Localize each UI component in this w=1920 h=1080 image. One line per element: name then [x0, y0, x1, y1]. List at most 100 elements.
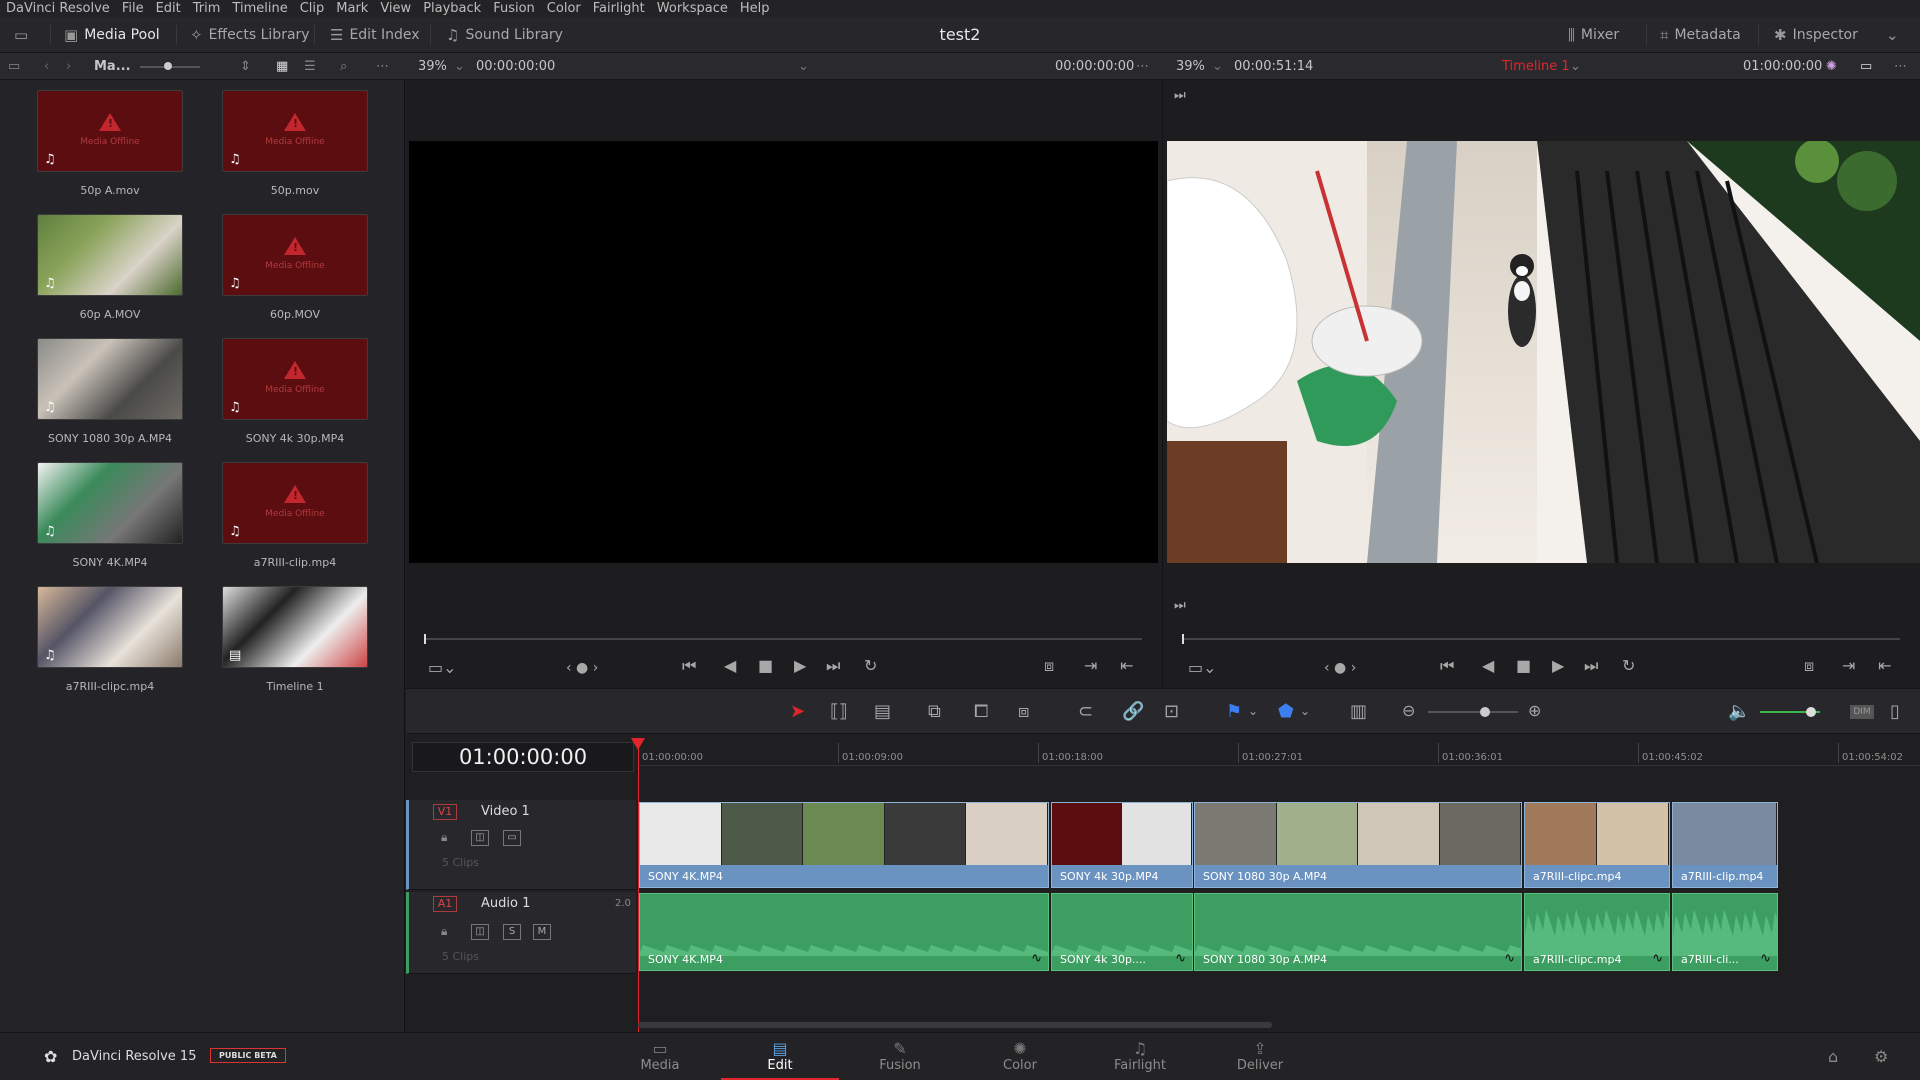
clip-thumbnail[interactable]: Media Offline ♫	[37, 90, 183, 172]
clip-thumbnail[interactable]: Media Offline ♫	[222, 338, 368, 420]
match-frame-icon[interactable]: ⧈	[1804, 656, 1814, 676]
play-reverse-icon[interactable]: ◀	[1482, 656, 1494, 675]
timeline-playhead-marker[interactable]	[1182, 634, 1184, 644]
menu-trim[interactable]: Trim	[193, 1, 221, 16]
timeline-ruler[interactable]: 01:00:00:00 01:00:09:00 01:00:18:00 01:00:2…	[638, 738, 1920, 766]
chevron-down-icon[interactable]: ⌄	[1248, 704, 1258, 718]
volume-slider[interactable]	[1760, 707, 1820, 717]
search-icon[interactable]: ⌕	[340, 53, 347, 80]
page-tab-edit[interactable]: ▤ Edit	[721, 1033, 839, 1080]
volume-icon[interactable]: 🔈	[1728, 701, 1750, 722]
solo-button[interactable]: S	[503, 924, 521, 940]
media-clip[interactable]: Media Offline ♫ 50p A.mov	[37, 90, 183, 197]
source-playhead[interactable]	[424, 634, 426, 644]
menu-edit[interactable]: Edit	[156, 1, 181, 16]
media-clip[interactable]: ♫ SONY 4K.MP4	[37, 462, 183, 569]
menu-view[interactable]: View	[380, 1, 411, 16]
menu-color[interactable]: Color	[547, 1, 581, 16]
audio-clip[interactable]: SONY 4k 30p.... ∿	[1051, 893, 1193, 971]
track-tag-a1[interactable]: A1	[433, 896, 457, 912]
menu-workspace[interactable]: Workspace	[657, 1, 728, 16]
skip-to-start-icon[interactable]: ⏮	[682, 656, 696, 676]
zoom-out-icon[interactable]: ⊖	[1402, 701, 1415, 720]
media-clip[interactable]: Media Offline ♫ 50p.mov	[222, 90, 368, 197]
edit-index-button[interactable]: ☰ Edit Index	[330, 17, 420, 53]
chevron-down-icon[interactable]: ⌄	[1212, 53, 1223, 80]
selection-tool-icon[interactable]: ➤	[790, 701, 805, 722]
chevron-down-icon[interactable]: ⌄	[454, 53, 465, 80]
list-view-icon[interactable]: ☰	[304, 53, 316, 80]
media-clip[interactable]: ▤ Timeline 1	[222, 586, 368, 693]
source-zoom[interactable]: 39%	[418, 53, 447, 80]
auto-select-icon[interactable]: ◫	[471, 924, 489, 940]
snapping-icon[interactable]: ⊂	[1078, 701, 1093, 722]
track-name-video-1[interactable]: Video 1	[481, 804, 530, 819]
track-name-audio-1[interactable]: Audio 1	[481, 896, 530, 911]
video-clip[interactable]: SONY 1080 30p A.MP4	[1194, 802, 1522, 888]
timeline-video-frame[interactable]	[1167, 141, 1920, 563]
lock-icon[interactable]: ⊡	[1164, 701, 1179, 722]
media-clip[interactable]: ♫ 60p A.MOV	[37, 214, 183, 321]
home-icon[interactable]: ⌂	[1828, 1047, 1838, 1066]
overwrite-clip-icon[interactable]: ⧠	[974, 701, 988, 722]
sort-icon[interactable]: ⇕	[240, 53, 251, 80]
fade-curve-icon[interactable]: ∿	[1652, 951, 1663, 966]
mark-out-icon[interactable]: ⇤	[1120, 656, 1133, 675]
play-reverse-icon[interactable]: ◀	[724, 656, 736, 675]
forward-arrow-icon[interactable]: ›	[66, 53, 71, 80]
video-track-header[interactable]: V1 Video 1 🔒︎ ◫ ▭ 5 Clips	[406, 800, 636, 890]
dim-button[interactable]: DIM	[1850, 705, 1874, 719]
monitor-icon[interactable]: ▭	[14, 17, 34, 53]
chevron-down-icon[interactable]: ⌄	[1300, 704, 1310, 718]
flag-icon[interactable]: ⚑	[1226, 701, 1242, 722]
mute-button[interactable]: M	[533, 924, 551, 940]
replace-clip-icon[interactable]: ⧈	[1018, 701, 1029, 722]
loop-icon[interactable]: ↻	[864, 656, 877, 675]
blade-tool-icon[interactable]: ▤	[874, 701, 891, 722]
timeline-zoom-slider[interactable]	[1428, 707, 1518, 717]
media-clip[interactable]: Media Offline ♫ SONY 4k 30p.MP4	[222, 338, 368, 445]
timeline-playhead[interactable]	[638, 738, 639, 1032]
media-clip[interactable]: Media Offline ♫ a7RIII-clip.mp4	[222, 462, 368, 569]
mark-in-icon[interactable]: ⇥	[1084, 656, 1097, 675]
viewer-options-icon[interactable]: ▭⌄	[1188, 658, 1217, 677]
track-tag-v1[interactable]: V1	[433, 804, 457, 820]
auto-select-icon[interactable]: ◫	[471, 830, 489, 846]
timeline-scrollbar[interactable]	[638, 1022, 1272, 1028]
lock-icon[interactable]: 🔒︎	[441, 830, 447, 845]
lock-icon[interactable]: 🔒︎	[441, 924, 447, 939]
page-tab-deliver[interactable]: ⇪ Deliver	[1201, 1033, 1319, 1080]
clip-thumbnail[interactable]: Media Offline ♫	[222, 214, 368, 296]
clip-thumbnail[interactable]: ▤	[222, 586, 368, 668]
expand-icon[interactable]: ⌄	[1886, 17, 1905, 53]
play-icon[interactable]: ▶	[794, 656, 806, 675]
metadata-button[interactable]: ⌗ Metadata	[1660, 17, 1741, 53]
marker-icon[interactable]: ⬟	[1278, 701, 1294, 722]
timeline-zoom[interactable]: 39%	[1176, 53, 1205, 80]
chevron-down-icon[interactable]: ⌄	[798, 53, 809, 80]
clip-thumbnail[interactable]: ♫	[37, 586, 183, 668]
menu-timeline[interactable]: Timeline	[232, 1, 287, 16]
stop-icon[interactable]: ■	[758, 656, 773, 675]
video-clip[interactable]: SONY 4k 30p.MP4	[1051, 802, 1193, 888]
bin-name[interactable]: Ma...	[94, 53, 131, 80]
source-video-frame[interactable]	[409, 141, 1158, 563]
media-clip[interactable]: Media Offline ♫ 60p.MOV	[222, 214, 368, 321]
video-clip[interactable]: a7RIII-clipc.mp4	[1524, 802, 1670, 888]
audio-clip[interactable]: SONY 4K.MP4 ∿	[639, 893, 1049, 971]
menu-help[interactable]: Help	[740, 1, 770, 16]
mixer-button[interactable]: ⫼ Mixer	[1568, 17, 1619, 53]
link-icon[interactable]: 🔗	[1122, 701, 1144, 722]
video-clip[interactable]: a7RIII-clip.mp4	[1672, 802, 1778, 888]
menu-fairlight[interactable]: Fairlight	[593, 1, 645, 16]
timeline-timecode-display[interactable]: 01:00:00:00	[412, 742, 634, 772]
more-options-icon[interactable]: ⋯	[1894, 53, 1907, 80]
audio-meter-icon[interactable]: ▯	[1890, 701, 1900, 722]
trim-tool-icon[interactable]: ⟦⟧	[830, 701, 848, 722]
menu-fusion[interactable]: Fusion	[493, 1, 535, 16]
audio-track-header[interactable]: A1 Audio 1 2.0 🔒︎ ◫ S M 5 Clips	[406, 892, 636, 974]
insert-clip-icon[interactable]: ⧉	[928, 701, 941, 722]
audio-clip[interactable]: SONY 1080 30p A.MP4 ∿	[1194, 893, 1522, 971]
media-clip[interactable]: ♫ a7RIII-clipc.mp4	[37, 586, 183, 693]
thumb-size-slider[interactable]	[140, 53, 200, 80]
